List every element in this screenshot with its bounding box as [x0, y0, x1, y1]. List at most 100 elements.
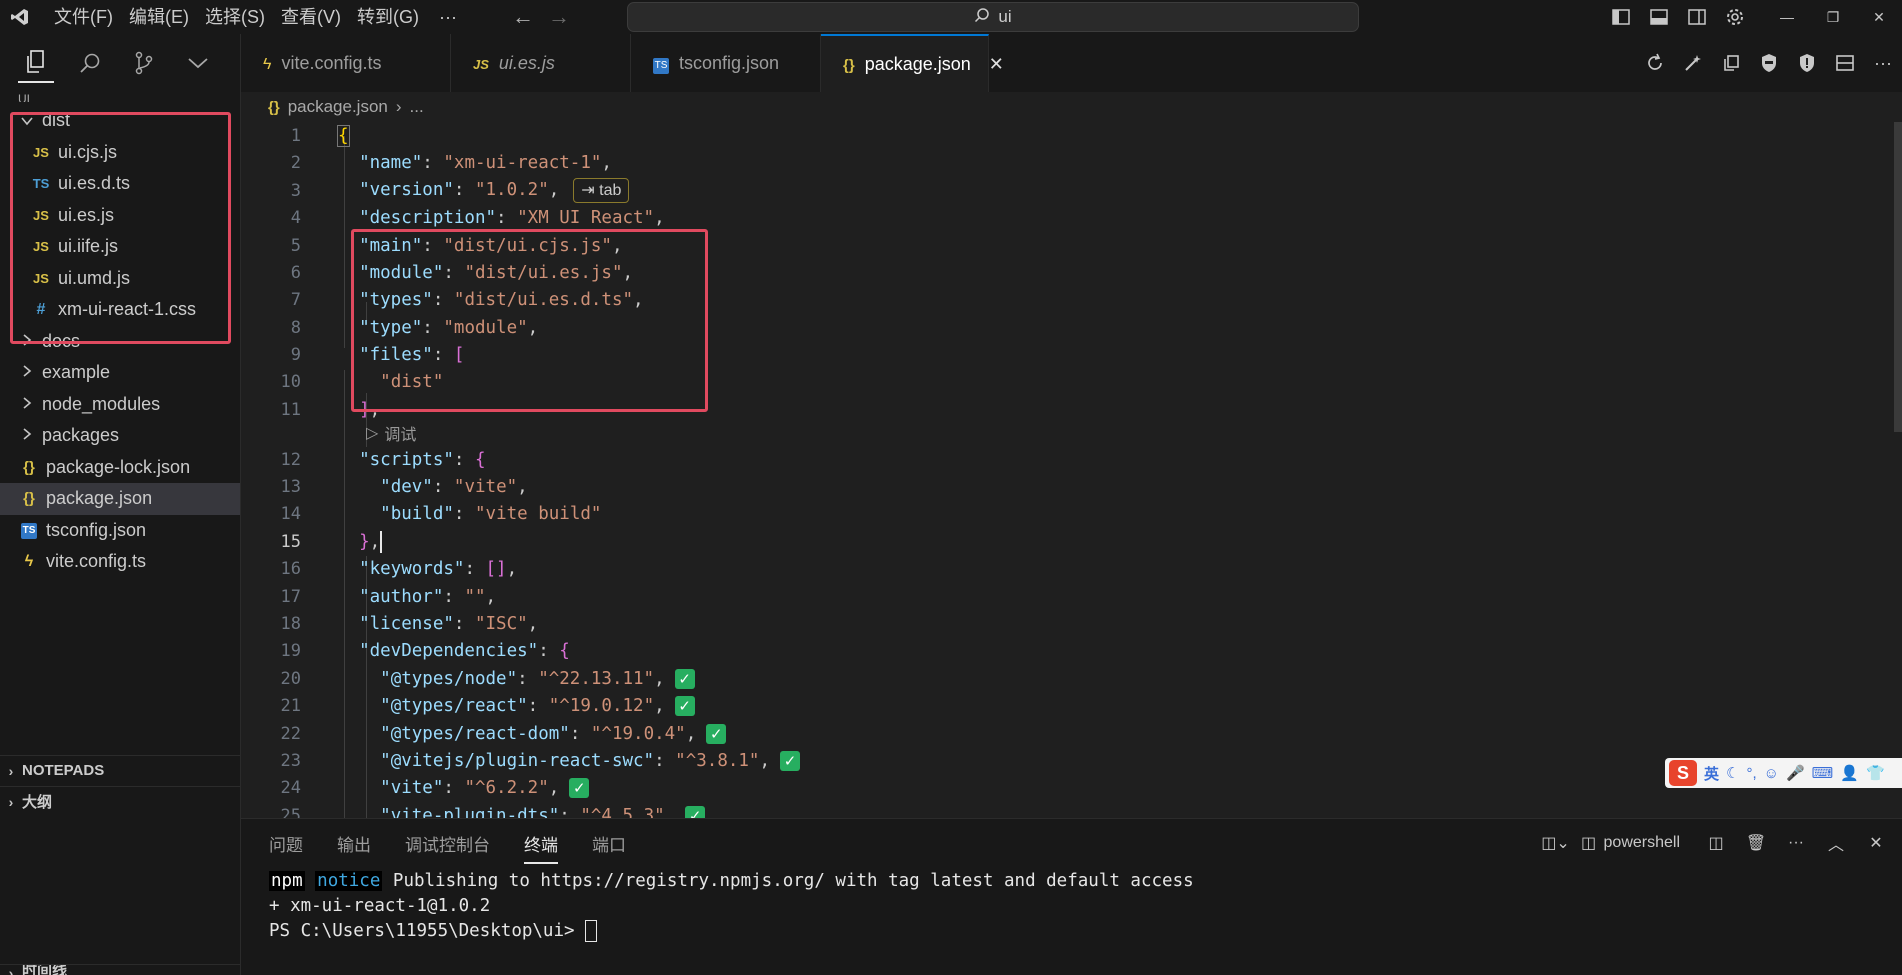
menu-item[interactable]: 编辑(E) — [121, 0, 197, 34]
tree-file[interactable]: TS tsconfig.json — [0, 515, 240, 547]
tree-file[interactable]: JS ui.umd.js — [0, 263, 240, 295]
code-editor[interactable]: 1{ 2 "name": "xm-ui-react-1", 3 "version… — [241, 122, 1902, 818]
user-icon[interactable]: 👤 — [1840, 764, 1859, 782]
close-icon[interactable]: ✕ — [1858, 833, 1894, 853]
tsconfig-icon: TS — [16, 521, 42, 540]
css-icon: # — [36, 300, 46, 318]
close-tab-icon[interactable]: ✕ — [989, 54, 1004, 75]
section-notepads[interactable]: › NOTEPADS — [0, 755, 240, 785]
tree-file[interactable]: # xm-ui-react-1.css — [0, 294, 240, 326]
command-center-search[interactable]: ui — [627, 2, 1359, 32]
back-arrow-icon[interactable]: ← — [505, 4, 541, 30]
chevron-right-icon: › — [395, 97, 402, 116]
section-outline[interactable]: › 大纲 — [0, 786, 240, 816]
tree-item-label: docs — [42, 330, 81, 351]
toggle-panel-icon[interactable] — [1640, 0, 1678, 34]
tree-folder[interactable]: example — [0, 357, 240, 389]
magic-wand-icon[interactable] — [1674, 34, 1712, 92]
panel-tab[interactable]: 端口 — [592, 831, 626, 856]
terminal-line: npm notice Publishing to https://registr… — [269, 869, 1194, 894]
breadcrumb-symbol[interactable]: ... — [410, 97, 424, 117]
new-terminal-split-icon[interactable]: ◫⌄ — [1538, 833, 1574, 853]
tree-file[interactable]: JS ui.cjs.js — [0, 137, 240, 169]
tree-item-label: vite.config.ts — [46, 551, 147, 572]
section-timeline[interactable]: › 时间线 — [0, 964, 240, 975]
ime-toolbar[interactable]: S 英 ☾ °, ☺ 🎤 ⌨ 👤 👕 — [1665, 758, 1902, 788]
editor-tab[interactable]: JS ui.es.js — [451, 34, 631, 92]
chevron-right-icon: › — [8, 793, 14, 810]
tab-label: vite.config.ts — [281, 52, 382, 73]
check-icon: ✓ — [674, 668, 695, 689]
tree-file[interactable]: {} package-lock.json — [0, 452, 240, 484]
editor-tab[interactable]: TS tsconfig.json — [631, 34, 821, 92]
play-icon: ▷ — [366, 425, 379, 442]
menu-item[interactable]: 查看(V) — [273, 0, 349, 34]
tree-folder[interactable]: dist — [0, 105, 240, 137]
gear-icon[interactable] — [1716, 0, 1754, 34]
ts-icon: TS — [32, 176, 50, 192]
more-icon[interactable]: ··· — [1778, 834, 1814, 852]
source-control-icon[interactable] — [126, 43, 162, 83]
shirt-icon[interactable]: 👕 — [1866, 764, 1885, 782]
breadcrumb-file[interactable]: package.json — [288, 97, 388, 117]
keyboard-icon[interactable]: ⌨ — [1812, 764, 1834, 782]
ime-language[interactable]: 英 — [1704, 763, 1719, 784]
chevron-down-icon[interactable] — [180, 43, 216, 83]
check-icon: ✓ — [780, 750, 801, 771]
terminal-shell-name[interactable]: powershell — [1604, 834, 1680, 852]
shield-alert-icon[interactable] — [1788, 34, 1826, 92]
tree-item-label: packages — [42, 425, 120, 446]
tree-folder[interactable]: packages — [0, 420, 240, 452]
code-line: 17 "author": "", — [280, 586, 497, 607]
tree-folder[interactable]: node_modules — [0, 389, 240, 421]
panel-tab[interactable]: 输出 — [337, 831, 371, 856]
editor-scrollbar[interactable] — [1894, 122, 1902, 432]
punctuation-icon[interactable]: °, — [1746, 765, 1756, 782]
moon-icon[interactable]: ☾ — [1726, 764, 1739, 782]
code-line: 21 "@types/react": "^19.0.12", ✓ — [241, 692, 1902, 719]
explorer-sidebar: UI dist JS ui.cjs.js TS ui.es.d.ts JS ui.es.js… — [0, 34, 241, 975]
forward-arrow-icon[interactable]: → — [541, 4, 577, 30]
tree-item-label: ui.umd.js — [58, 267, 131, 288]
tree-file[interactable]: {} package.json — [0, 483, 240, 515]
code-line: 19 "devDependencies": { — [280, 640, 570, 661]
code-line: 14 "build": "vite build" — [280, 503, 602, 524]
code-line: 12 "scripts": { — [280, 449, 486, 470]
toggle-secondary-sidebar-icon[interactable] — [1678, 0, 1716, 34]
refresh-icon[interactable] — [1636, 34, 1674, 92]
more-menu-button[interactable]: ··· — [431, 0, 465, 34]
close-window-icon[interactable]: ✕ — [1856, 0, 1902, 34]
chevron-up-icon[interactable]: ︿ — [1818, 831, 1854, 855]
tree-file[interactable]: JS ui.iife.js — [0, 231, 240, 263]
menu-item[interactable]: 选择(S) — [197, 0, 273, 34]
editor-tab[interactable]: ϟ vite.config.ts — [241, 34, 451, 92]
tab-completion-hint[interactable]: ⇥ tab — [573, 178, 630, 204]
tree-file[interactable]: ϟ vite.config.ts — [0, 546, 240, 578]
tree-file[interactable]: TS ui.es.d.ts — [0, 168, 240, 200]
tree-file[interactable]: JS ui.es.js — [0, 200, 240, 232]
editor-tab[interactable]: {} package.json ✕ — [821, 34, 1004, 92]
explorer-files-icon[interactable] — [18, 43, 54, 83]
trash-icon[interactable]: 🗑 — [1738, 833, 1774, 853]
menu-item[interactable]: 文件(F) — [46, 0, 121, 34]
workspace-root-label[interactable]: UI — [0, 92, 240, 102]
split-terminal-icon[interactable]: ◫ — [1698, 833, 1734, 853]
emoji-icon[interactable]: ☺ — [1764, 765, 1779, 782]
restore-icon[interactable]: ❐ — [1810, 0, 1856, 34]
tree-folder[interactable]: docs — [0, 326, 240, 358]
minimize-icon[interactable]: — — [1764, 0, 1810, 34]
search-icon[interactable] — [72, 43, 108, 83]
vite-icon: ϟ — [24, 552, 34, 570]
panel-tab[interactable]: 问题 — [269, 831, 303, 856]
more-actions-icon[interactable]: ··· — [1864, 34, 1902, 92]
debug-codelens[interactable]: ▷ 调试 — [366, 420, 416, 446]
panel-tab[interactable]: 终端 — [524, 831, 558, 864]
microphone-icon[interactable]: 🎤 — [1786, 764, 1805, 782]
menu-item[interactable]: 转到(G) — [349, 0, 427, 34]
terminal-output[interactable]: npm notice Publishing to https://registr… — [269, 869, 1194, 944]
shield-icon[interactable] — [1750, 34, 1788, 92]
toggle-sidebar-icon[interactable] — [1602, 0, 1640, 34]
panel-tab[interactable]: 调试控制台 — [405, 831, 490, 856]
copy-icon[interactable] — [1712, 34, 1750, 92]
split-editor-icon[interactable] — [1826, 34, 1864, 92]
